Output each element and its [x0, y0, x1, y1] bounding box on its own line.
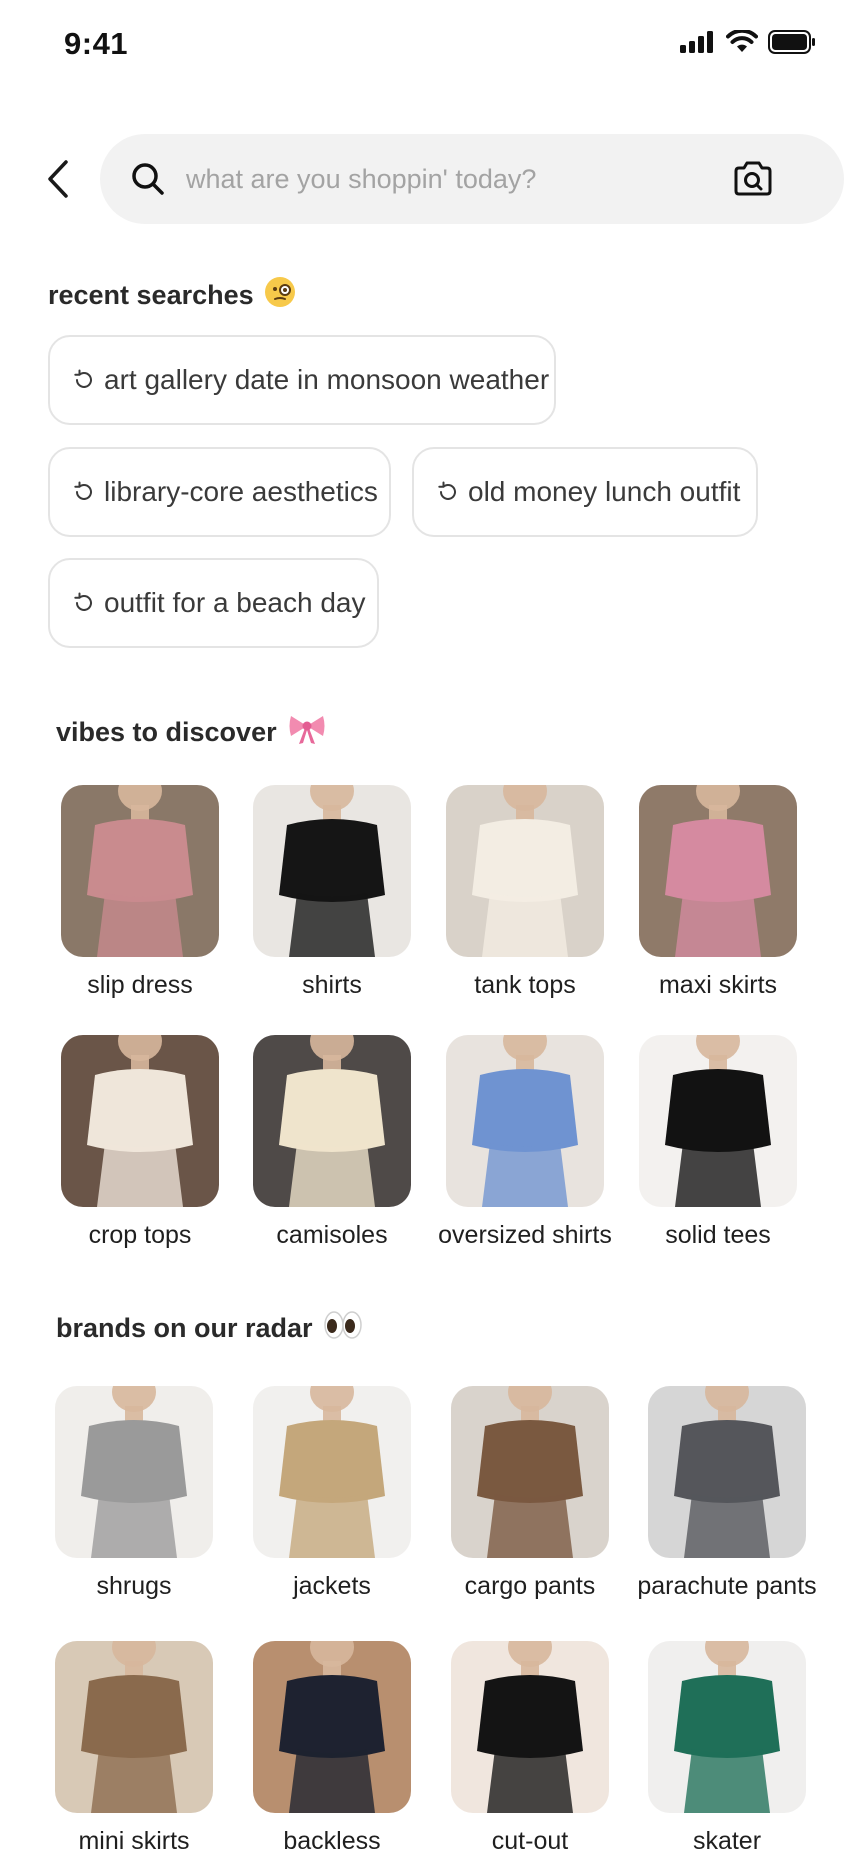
history-icon	[74, 369, 92, 388]
category-tile[interactable]: parachute pants	[632, 1386, 822, 1601]
history-icon	[74, 592, 92, 611]
category-tile[interactable]: cut-out	[435, 1641, 625, 1856]
category-image	[253, 1035, 411, 1207]
category-image	[648, 1641, 806, 1813]
category-image	[253, 1641, 411, 1813]
category-image	[639, 785, 797, 957]
status-time: 9:41	[64, 26, 129, 61]
category-image	[253, 785, 411, 957]
battery-icon	[768, 30, 816, 54]
category-label: shrugs	[96, 1572, 172, 1600]
recent-search-chip[interactable]: outfit for a beach day	[48, 558, 379, 648]
wifi-icon	[726, 30, 758, 54]
search-icon	[130, 161, 166, 197]
recent-searches-title: recent searches	[48, 280, 254, 310]
ribbon-bow-icon	[287, 712, 327, 753]
category-image	[451, 1386, 609, 1558]
camera-search-icon[interactable]	[732, 160, 774, 198]
vibes-title: vibes to discover	[56, 717, 277, 747]
history-icon	[438, 481, 456, 500]
category-image	[446, 785, 604, 957]
category-tile[interactable]: crop tops	[45, 1035, 235, 1250]
category-label: cargo pants	[464, 1572, 596, 1600]
category-image	[446, 1035, 604, 1207]
recent-search-label: art gallery date in monsoon weather	[104, 364, 550, 395]
category-image	[451, 1641, 609, 1813]
status-bar: 9:41	[0, 0, 860, 90]
chevron-left-icon	[46, 159, 70, 204]
category-image	[639, 1035, 797, 1207]
category-label: backless	[283, 1827, 381, 1855]
category-label: skater	[692, 1827, 762, 1855]
category-tile[interactable]: jackets	[237, 1386, 427, 1601]
category-image	[55, 1386, 213, 1558]
category-tile[interactable]: cargo pants	[435, 1386, 625, 1601]
recent-search-chip[interactable]: art gallery date in monsoon weather	[48, 335, 556, 425]
category-label: maxi skirts	[658, 971, 778, 999]
recent-search-label: outfit for a beach day	[104, 587, 366, 618]
recent-searches-heading: recent searches	[48, 276, 296, 315]
recent-search-chip[interactable]: old money lunch outfit	[412, 447, 758, 537]
category-image	[55, 1641, 213, 1813]
brands-title: brands on our radar	[56, 1313, 313, 1343]
category-label: mini skirts	[78, 1827, 190, 1855]
category-tile[interactable]: oversized shirts	[430, 1035, 620, 1250]
monocle-face-icon	[264, 276, 296, 315]
category-tile[interactable]: shrugs	[39, 1386, 229, 1601]
category-image	[61, 785, 219, 957]
search-bar[interactable]	[100, 134, 844, 224]
eyes-icon	[323, 1310, 363, 1347]
category-tile[interactable]: slip dress	[45, 785, 235, 1000]
category-tile[interactable]: camisoles	[237, 1035, 427, 1250]
vibes-heading: vibes to discover	[56, 712, 327, 753]
category-tile[interactable]: backless	[237, 1641, 427, 1856]
status-icons	[680, 30, 816, 54]
category-image	[61, 1035, 219, 1207]
category-label: slip dress	[87, 971, 193, 999]
category-tile[interactable]: mini skirts	[39, 1641, 229, 1856]
category-image	[253, 1386, 411, 1558]
category-label: cut-out	[491, 1827, 569, 1855]
category-image	[648, 1386, 806, 1558]
category-label: camisoles	[276, 1221, 388, 1249]
cellular-signal-icon	[680, 31, 716, 53]
category-tile[interactable]: maxi skirts	[623, 785, 813, 1000]
category-label: shirts	[302, 971, 362, 999]
category-label: solid tees	[665, 1221, 771, 1249]
brands-heading: brands on our radar	[56, 1310, 363, 1347]
category-tile[interactable]: skater	[632, 1641, 822, 1856]
recent-search-chip[interactable]: library-core aesthetics	[48, 447, 391, 537]
search-input[interactable]	[186, 152, 726, 206]
category-label: jackets	[293, 1572, 371, 1600]
back-button[interactable]	[36, 155, 80, 207]
category-label: crop tops	[88, 1221, 192, 1249]
category-label: tank tops	[474, 971, 576, 999]
category-tile[interactable]: tank tops	[430, 785, 620, 1000]
category-tile[interactable]: shirts	[237, 785, 427, 1000]
category-tile[interactable]: solid tees	[623, 1035, 813, 1250]
history-icon	[74, 481, 92, 500]
category-label: oversized shirts	[438, 1221, 612, 1249]
recent-search-label: old money lunch outfit	[468, 476, 741, 507]
recent-search-label: library-core aesthetics	[104, 476, 378, 507]
category-label: parachute pants	[637, 1572, 817, 1600]
